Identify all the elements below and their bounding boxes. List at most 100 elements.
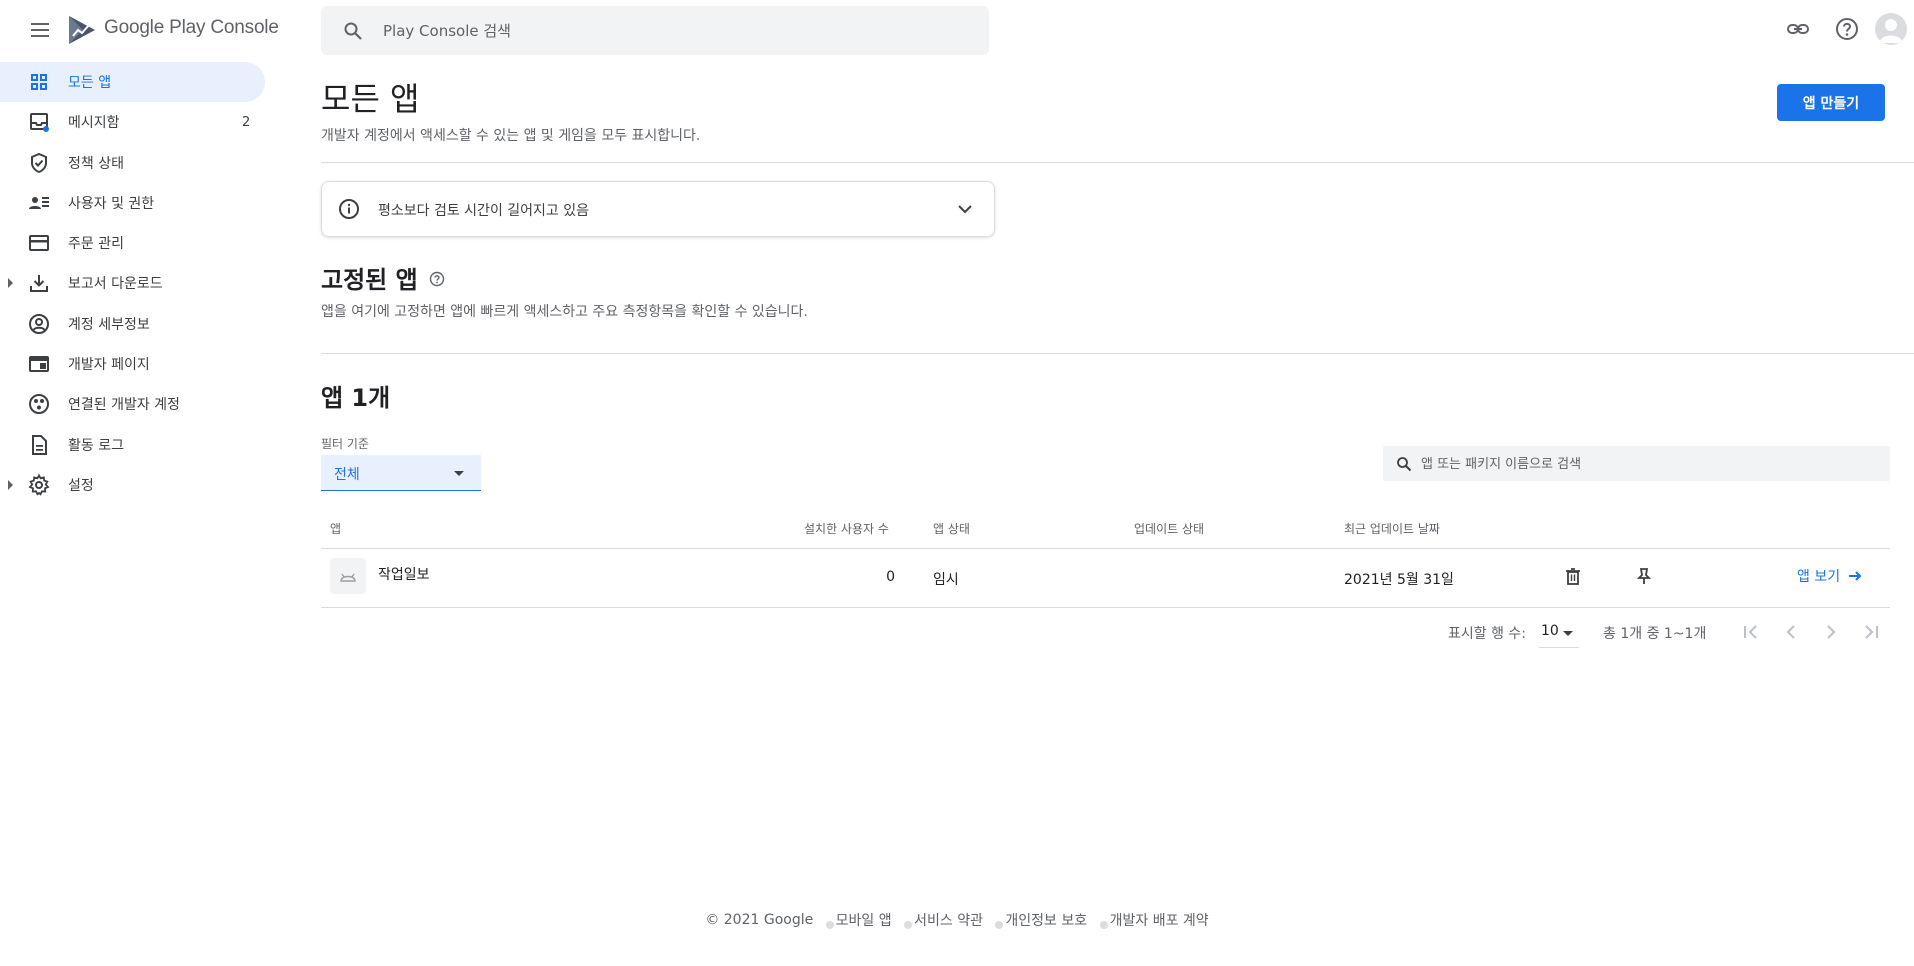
page-title: 모든 앱	[321, 80, 420, 118]
sidebar-item-label: 계정 세부정보	[68, 316, 150, 333]
sidebar: Google Play Console 모든 앱 메시지함 2 정책 상태 사용…	[0, 0, 279, 966]
page-subtitle: 개발자 계정에서 액세스할 수 있는 앱 및 게임을 모두 표시합니다.	[321, 128, 701, 144]
view-app-link[interactable]: 앱 보기	[1797, 566, 1864, 586]
search-icon	[1397, 457, 1412, 472]
column-header-app[interactable]: 앱	[330, 520, 341, 537]
sidebar-item-order-management[interactable]: 주문 관리	[0, 223, 270, 263]
play-console-logo[interactable]	[67, 14, 97, 46]
dropdown-arrow-icon	[454, 471, 464, 476]
inbox-icon	[30, 113, 49, 133]
sidebar-item-label: 주문 관리	[68, 236, 124, 253]
app-status-value: 임시	[933, 572, 959, 588]
footer-copyright: © 2021 Google	[705, 912, 814, 928]
sidebar-item-label: 설정	[68, 477, 94, 494]
sidebar-item-label: 연결된 개발자 계정	[68, 397, 180, 414]
column-header-installs[interactable]: 설치한 사용자 수	[804, 520, 889, 537]
first-page-icon[interactable]	[1739, 620, 1763, 644]
sidebar-item-users-permissions[interactable]: 사용자 및 권한	[0, 183, 270, 223]
app-title: Google Play Console	[104, 17, 279, 38]
app-name[interactable]: 작업일보	[378, 564, 430, 584]
filter-dropdown[interactable]: 전체	[321, 455, 481, 491]
pin-icon[interactable]	[1634, 566, 1654, 586]
android-icon	[340, 573, 356, 582]
footer-separator-dot	[995, 921, 1004, 929]
column-header-last-updated[interactable]: 최근 업데이트 날짜	[1344, 520, 1440, 537]
next-page-icon[interactable]	[1819, 620, 1843, 644]
sidebar-item-inbox[interactable]: 메시지함 2	[0, 102, 270, 142]
sidebar-item-linked-accounts[interactable]: 연결된 개발자 계정	[0, 384, 270, 424]
sidebar-item-label: 메시지함	[68, 115, 120, 132]
linked-accounts-icon	[29, 394, 49, 415]
link-icon[interactable]	[1785, 16, 1811, 42]
avatar[interactable]	[1875, 13, 1907, 45]
arrow-right-icon	[1849, 571, 1862, 581]
sidebar-item-account-details[interactable]: 계정 세부정보	[0, 304, 270, 344]
avatar-placeholder-icon	[1879, 19, 1903, 43]
global-search-bar[interactable]	[321, 6, 989, 55]
rows-per-page-select[interactable]: 10	[1539, 620, 1579, 648]
table-row-divider	[321, 607, 1890, 608]
apps-count-title: 앱 1개	[321, 384, 391, 412]
column-header-update-status[interactable]: 업데이트 상태	[1134, 520, 1204, 537]
divider	[321, 353, 1914, 354]
grid-icon	[31, 74, 47, 90]
sidebar-item-developer-page[interactable]: 개발자 페이지	[0, 344, 270, 384]
sidebar-item-label: 사용자 및 권한	[68, 195, 155, 212]
sidebar-item-settings[interactable]: 설정	[0, 465, 270, 505]
sidebar-item-label: 보고서 다운로드	[68, 276, 163, 293]
sidebar-item-report-download[interactable]: 보고서 다운로드	[0, 263, 270, 303]
sidebar-item-activity-log[interactable]: 활동 로그	[0, 425, 270, 465]
footer-separator-dot	[1099, 921, 1108, 929]
dropdown-arrow-icon	[1563, 631, 1573, 636]
sidebar-item-label: 개발자 페이지	[68, 357, 150, 374]
help-icon[interactable]	[429, 271, 445, 287]
previous-page-icon[interactable]	[1779, 620, 1803, 644]
credit-card-icon	[29, 235, 49, 252]
sidebar-item-all-apps[interactable]: 모든 앱	[0, 62, 265, 102]
footer-link-distribution-agreement[interactable]: 개발자 배포 계약	[1110, 910, 1209, 930]
last-page-icon[interactable]	[1859, 620, 1883, 644]
footer-link-privacy[interactable]: 개인정보 보호	[1005, 910, 1087, 930]
filter-label: 필터 기준	[321, 437, 369, 451]
rows-per-page-label: 표시할 행 수:	[1448, 626, 1527, 642]
divider	[321, 162, 1914, 163]
notice-text: 평소보다 검토 시간이 길어지고 있음	[378, 203, 589, 219]
download-icon	[30, 275, 48, 293]
footer-link-terms[interactable]: 서비스 약관	[914, 910, 983, 930]
footer-link-mobile-app[interactable]: 모바일 앱	[836, 910, 892, 930]
app-search-input[interactable]	[1421, 453, 1871, 475]
app-search-bar[interactable]	[1383, 446, 1890, 481]
view-app-label: 앱 보기	[1797, 569, 1841, 585]
footer-separator-dot	[904, 921, 913, 929]
document-icon	[32, 434, 47, 455]
brand-header: Google Play Console	[0, 0, 279, 58]
trash-icon[interactable]	[1563, 566, 1583, 586]
installs-value: 0	[886, 569, 895, 585]
filter-value: 전체	[334, 467, 360, 483]
gear-icon	[28, 473, 50, 496]
pinned-apps-description: 앱을 여기에 고정하면 앱에 빠르게 액세스하고 주요 측정항목을 확인할 수 …	[321, 304, 808, 320]
sidebar-item-policy-status[interactable]: 정책 상태	[0, 143, 270, 183]
column-header-app-status[interactable]: 앱 상태	[933, 520, 970, 537]
inbox-count-badge: 2	[242, 114, 251, 130]
sidebar-nav: 모든 앱 메시지함 2 정책 상태 사용자 및 권한 주문 관리 보고서 다운로…	[0, 62, 270, 505]
last-updated-value: 2021년 5월 31일	[1344, 572, 1454, 588]
hamburger-menu-icon[interactable]	[28, 18, 52, 42]
footer: © 2021 Google 모바일 앱 서비스 약관 개인정보 보호 개발자 배…	[0, 910, 1914, 930]
info-icon	[339, 199, 359, 219]
review-time-notice[interactable]: 평소보다 검토 시간이 길어지고 있음	[321, 181, 995, 237]
app-icon	[330, 558, 366, 594]
expand-caret-icon[interactable]	[8, 479, 13, 490]
account-circle-icon	[29, 313, 49, 334]
global-search-input[interactable]	[383, 18, 963, 44]
pinned-apps-title: 고정된 앱	[321, 266, 418, 294]
chevron-down-icon[interactable]	[954, 198, 976, 220]
sidebar-item-label: 정책 상태	[68, 155, 124, 172]
sidebar-item-label: 모든 앱	[68, 75, 112, 91]
help-icon[interactable]	[1834, 16, 1860, 42]
expand-caret-icon[interactable]	[8, 278, 13, 289]
rows-per-page-value: 10	[1541, 623, 1559, 639]
create-app-button[interactable]: 앱 만들기	[1777, 84, 1885, 121]
web-page-icon	[29, 356, 49, 373]
footer-separator-dot	[825, 921, 834, 929]
